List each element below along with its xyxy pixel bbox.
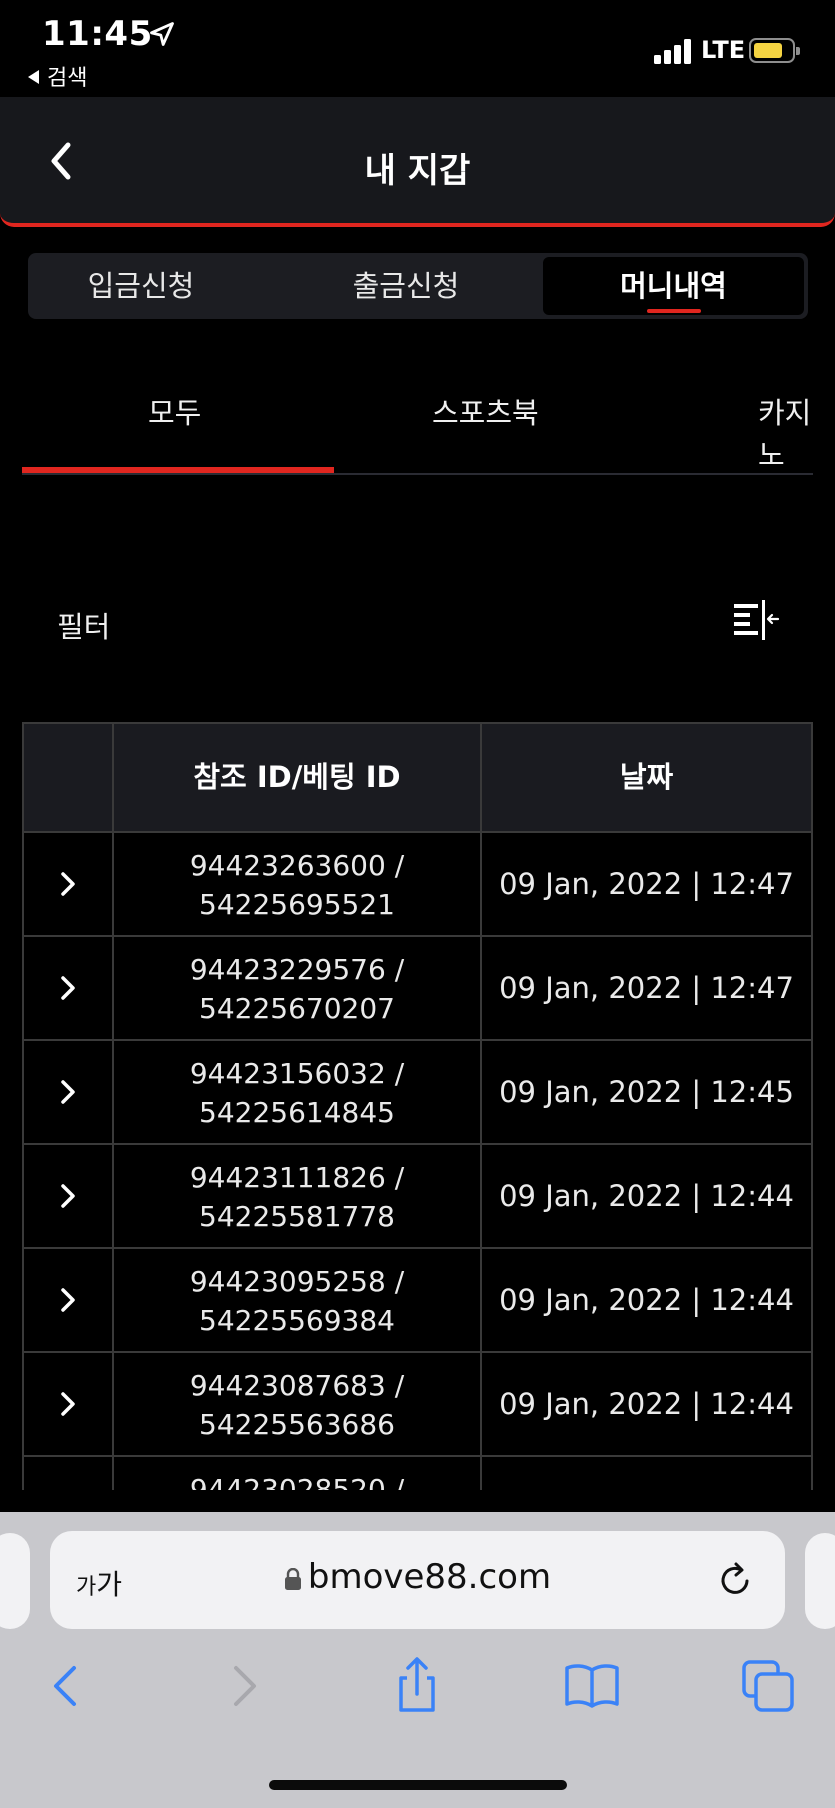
table-row[interactable]: 94423028520 /: [22, 1457, 813, 1490]
table-row[interactable]: 94423087683 / 54225563686 09 Jan, 2022 | …: [22, 1353, 813, 1457]
reference-id: 94423095258 /: [189, 1265, 405, 1298]
reference-id-cell: 94423156032 / 54225614845: [112, 1041, 480, 1143]
forward-arrow-icon[interactable]: [214, 1656, 274, 1716]
network-type: LTE: [701, 36, 746, 64]
table-row[interactable]: 94423095258 / 54225569384 09 Jan, 2022 | …: [22, 1249, 813, 1353]
reference-id-cell: 94423028520 /: [112, 1457, 480, 1490]
reference-id-cell: 94423229576 / 54225670207: [112, 937, 480, 1039]
reload-icon[interactable]: [717, 1560, 755, 1600]
reference-id: 94423111826 /: [189, 1161, 405, 1194]
cellular-signal-icon: [654, 38, 694, 64]
url-display[interactable]: bmove88.com: [50, 1557, 785, 1597]
column-header-date: 날짜: [480, 724, 811, 831]
status-time: 11:45: [42, 14, 153, 54]
home-indicator: [269, 1780, 567, 1790]
table-row[interactable]: 94423263600 / 54225695521 09 Jan, 2022 | …: [22, 833, 813, 937]
next-tab-peek[interactable]: [805, 1533, 835, 1629]
date-cell: 09 Jan, 2022 | 12:44: [480, 1353, 811, 1455]
date-cell: 09 Jan, 2022 | 12:44: [480, 1145, 811, 1247]
bookmarks-icon[interactable]: [562, 1656, 622, 1716]
row-expand-button[interactable]: [24, 1249, 112, 1351]
date-cell: 09 Jan, 2022 | 12:47: [480, 833, 811, 935]
date-cell: 09 Jan, 2022 | 12:44: [480, 1249, 811, 1351]
date-cell: 09 Jan, 2022 | 12:45: [480, 1041, 811, 1143]
bet-id: 54225695521: [199, 888, 395, 921]
chevron-right-icon: [61, 872, 75, 896]
battery-icon: [749, 38, 800, 63]
tab-deposit-request-label: 입금신청: [87, 269, 195, 303]
category-tabs: 모두 스포츠북 카지노: [22, 360, 813, 475]
back-arrow-icon[interactable]: [36, 1656, 96, 1716]
filter-label: 필터: [57, 610, 111, 644]
tab-withdraw-request-label: 출금신청: [352, 269, 460, 303]
row-expand-button[interactable]: [24, 1353, 112, 1455]
wallet-segment-tabs: 입금신청 출금신청 머니내역: [28, 253, 808, 319]
chevron-right-icon: [61, 1392, 75, 1416]
status-bar: 11:45 검색 LTE: [0, 0, 835, 97]
date-cell: [480, 1457, 811, 1490]
address-bar[interactable]: 가가 bmove88.com: [50, 1531, 785, 1629]
tab-money-history[interactable]: 머니내역: [543, 257, 804, 315]
tab-withdraw-request[interactable]: 출금신청: [293, 253, 519, 319]
reference-id-cell: 94423095258 / 54225569384: [112, 1249, 480, 1351]
reference-id: 94423263600 /: [189, 849, 405, 882]
tab-all[interactable]: 모두: [148, 390, 201, 432]
filter-collapse-icon[interactable]: [732, 598, 780, 642]
browser-toolbar: 가가 bmove88.com: [0, 1512, 835, 1808]
row-expand-button[interactable]: [24, 937, 112, 1039]
previous-tab-peek[interactable]: [0, 1533, 30, 1629]
money-history-table: 참조 ID/베팅 ID 날짜 94423263600 / 54225695521 …: [22, 722, 813, 1490]
reference-id-cell: 94423111826 / 54225581778: [112, 1145, 480, 1247]
reference-id: 94423087683 /: [189, 1369, 405, 1402]
table-row[interactable]: 94423111826 / 54225581778 09 Jan, 2022 | …: [22, 1145, 813, 1249]
chevron-right-icon: [61, 1080, 75, 1104]
bet-id: 54225563686: [199, 1408, 395, 1441]
back-triangle-icon: [28, 70, 39, 84]
tabs-icon[interactable]: [738, 1656, 798, 1716]
tab-money-history-label: 머니내역: [620, 269, 727, 303]
column-header-expand: [24, 724, 112, 831]
back-to-search-label: 검색: [47, 66, 88, 91]
share-icon[interactable]: [387, 1656, 447, 1716]
url-text: bmove88.com: [307, 1557, 552, 1597]
reference-id: 94423028520 /: [189, 1473, 405, 1490]
chevron-right-icon: [61, 1288, 75, 1312]
bet-id: 54225569384: [199, 1304, 395, 1337]
app-header: 내 지갑: [0, 97, 835, 227]
row-expand-button[interactable]: [24, 1457, 112, 1490]
column-header-reference-id: 참조 ID/베팅 ID: [112, 724, 480, 831]
reference-id: 94423156032 /: [189, 1057, 405, 1090]
page-title: 내 지갑: [364, 151, 471, 191]
row-expand-button[interactable]: [24, 833, 112, 935]
tab-casino[interactable]: 카지노: [758, 390, 813, 473]
table-row[interactable]: 94423229576 / 54225670207 09 Jan, 2022 | …: [22, 937, 813, 1041]
bet-id: 54225670207: [199, 992, 395, 1025]
tab-deposit-request[interactable]: 입금신청: [28, 253, 254, 319]
reference-id-cell: 94423263600 / 54225695521: [112, 833, 480, 935]
date-cell: 09 Jan, 2022 | 12:47: [480, 937, 811, 1039]
active-tab-underline: [646, 309, 701, 313]
location-arrow-icon: [150, 22, 174, 46]
bet-id: 54225614845: [199, 1096, 395, 1129]
reference-id-cell: 94423087683 / 54225563686: [112, 1353, 480, 1455]
back-to-search-link[interactable]: 검색: [28, 60, 87, 92]
reference-id: 94423229576 /: [189, 953, 405, 986]
lock-icon: [284, 1568, 301, 1590]
table-row[interactable]: 94423156032 / 54225614845 09 Jan, 2022 | …: [22, 1041, 813, 1145]
chevron-right-icon: [61, 1184, 75, 1208]
row-expand-button[interactable]: [24, 1041, 112, 1143]
active-category-indicator: [22, 467, 334, 473]
row-expand-button[interactable]: [24, 1145, 112, 1247]
chevron-right-icon: [61, 976, 75, 1000]
tab-sportsbook[interactable]: 스포츠북: [432, 390, 539, 432]
bet-id: 54225581778: [199, 1200, 395, 1233]
table-header: 참조 ID/베팅 ID 날짜: [22, 722, 813, 833]
